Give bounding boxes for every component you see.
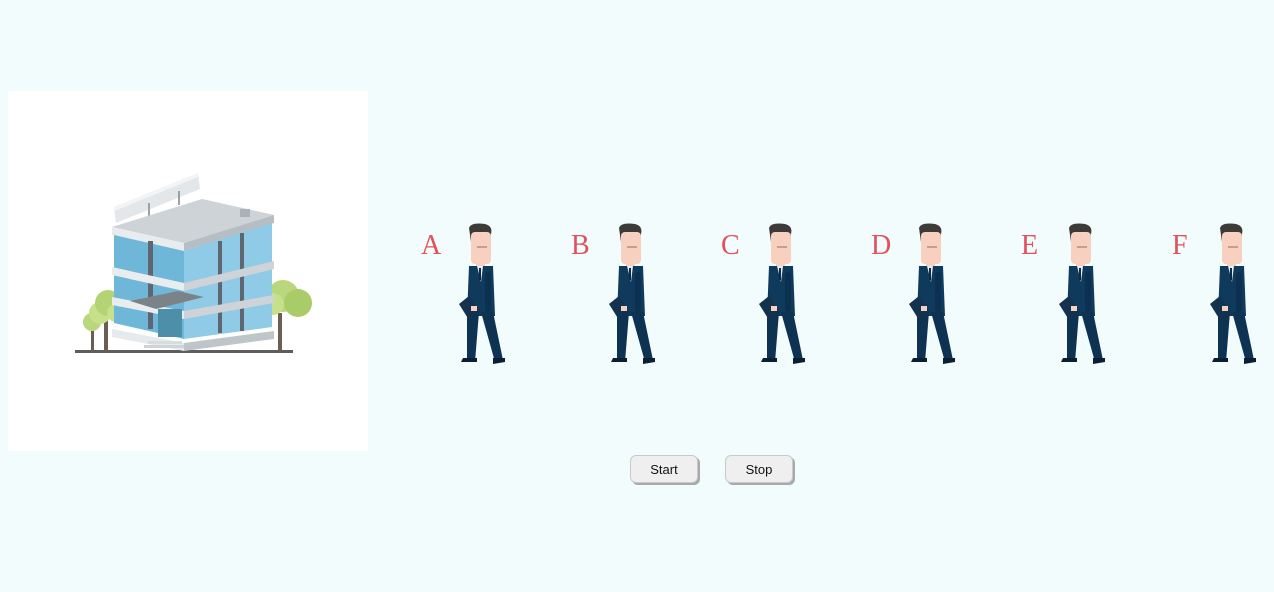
businessman-icon xyxy=(759,223,805,364)
walker-letter: D xyxy=(871,230,892,261)
stop-button[interactable]: Stop xyxy=(725,455,793,483)
walker-b: B xyxy=(571,222,711,368)
walker-letter: B xyxy=(571,230,590,261)
walker-a: A xyxy=(421,222,561,368)
walker-e: E xyxy=(1021,222,1161,368)
walker-letter: E xyxy=(1021,230,1039,261)
businessman-icon xyxy=(609,223,655,364)
walker-letter: A xyxy=(421,230,442,261)
walker-f: F xyxy=(1172,222,1274,368)
animation-stage: A B C D E F Start Stop xyxy=(0,0,1274,592)
office-building-image xyxy=(75,173,312,353)
building-image-panel xyxy=(8,91,368,451)
businessman-icon xyxy=(1210,223,1256,364)
walker-d: D xyxy=(871,222,1011,368)
businessman-icon xyxy=(909,223,955,364)
walker-letter: F xyxy=(1172,230,1188,261)
walker-letter: C xyxy=(721,230,740,261)
businessman-icon xyxy=(1059,223,1105,364)
walker-c: C xyxy=(721,222,861,368)
businessman-icon xyxy=(459,223,505,364)
start-button[interactable]: Start xyxy=(630,455,698,483)
